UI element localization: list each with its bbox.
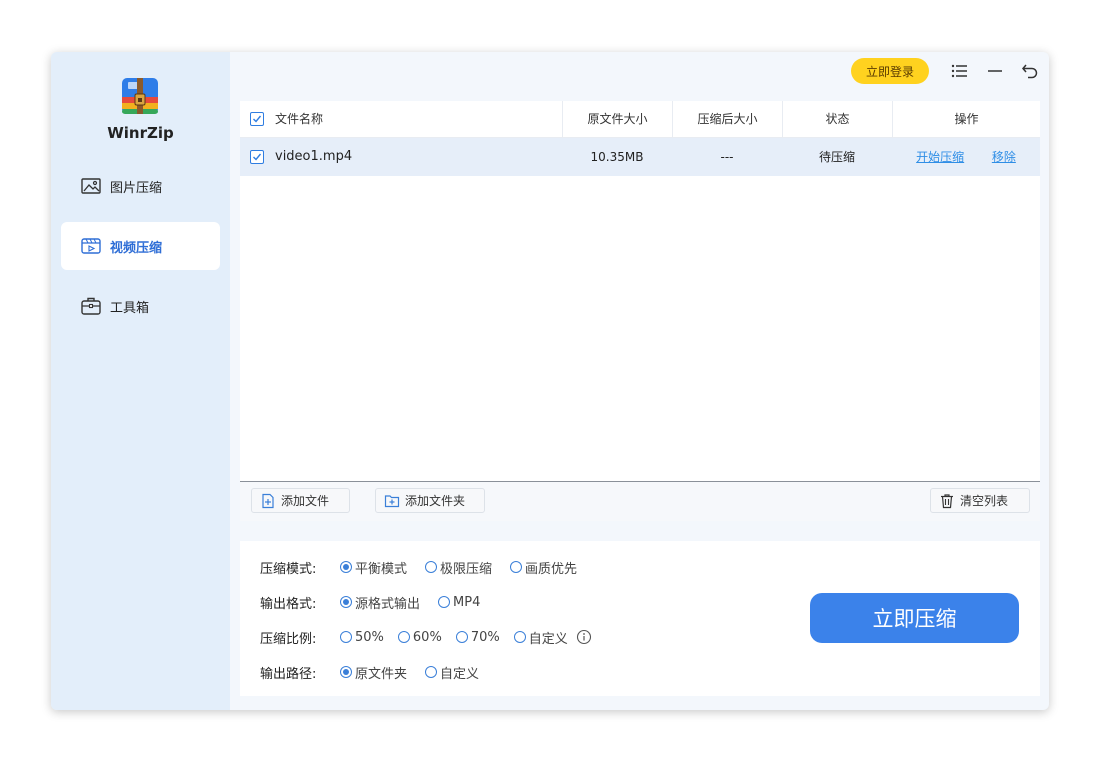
radio[interactable] bbox=[425, 561, 438, 573]
radio[interactable] bbox=[425, 666, 438, 678]
sidebar-item-image-compress[interactable]: 图片压缩 bbox=[61, 162, 220, 210]
table-row: video1.mp4 10.35MB --- 待压缩 开始压缩 移除 bbox=[240, 138, 1040, 176]
output-format-row: 输出格式: 源格式输出 MP4 bbox=[260, 592, 498, 612]
file-status: 待压缩 bbox=[818, 150, 855, 164]
sidebar-item-label: 工具箱 bbox=[110, 300, 150, 316]
compress-ratio-row: 压缩比例: 50% 60% 70% 自定义 bbox=[260, 627, 592, 647]
sidebar-item-video-compress[interactable]: 视频压缩 bbox=[61, 222, 220, 270]
path-option-custom[interactable]: 自定义 bbox=[425, 663, 479, 682]
radio[interactable] bbox=[438, 596, 451, 608]
ratio-option-50[interactable]: 50% bbox=[340, 630, 384, 645]
format-option-source[interactable]: 源格式输出 bbox=[340, 593, 420, 612]
option-label: 平衡模式 bbox=[355, 561, 408, 577]
option-label: 自定义 bbox=[528, 631, 568, 647]
remove-link[interactable]: 移除 bbox=[992, 150, 1016, 164]
toolbox-icon bbox=[81, 297, 101, 315]
row-actions: 开始压缩 移除 bbox=[892, 138, 1040, 176]
option-label: 50% bbox=[355, 629, 384, 645]
radio-selected[interactable] bbox=[340, 561, 352, 573]
output-format-label: 输出格式: bbox=[260, 596, 317, 612]
option-label: 70% bbox=[470, 629, 500, 645]
select-all-checkbox[interactable] bbox=[250, 112, 264, 126]
clear-list-button[interactable]: 清空列表 bbox=[930, 488, 1030, 513]
format-option-mp4[interactable]: MP4 bbox=[438, 595, 480, 610]
path-option-original[interactable]: 原文件夹 bbox=[340, 663, 407, 682]
column-header-status: 状态 bbox=[782, 101, 892, 137]
radio[interactable] bbox=[513, 631, 526, 643]
mode-option-extreme[interactable]: 极限压缩 bbox=[425, 558, 492, 577]
back-icon[interactable] bbox=[1020, 61, 1040, 81]
add-folder-label: 添加文件夹 bbox=[405, 494, 466, 508]
option-label: 画质优先 bbox=[525, 561, 578, 577]
app-window: WinrZip 图片压缩 视频压缩 工具箱 立即登录 文件名称 原文件大小 压缩… bbox=[51, 52, 1049, 710]
option-label: 自定义 bbox=[440, 666, 480, 682]
radio-selected[interactable] bbox=[340, 666, 352, 678]
option-label: 源格式输出 bbox=[355, 596, 421, 612]
add-folder-icon bbox=[384, 494, 400, 507]
trash-icon bbox=[941, 493, 953, 508]
add-file-button[interactable]: 添加文件 bbox=[251, 488, 350, 513]
image-icon bbox=[81, 178, 101, 194]
app-name: WinrZip bbox=[107, 124, 174, 142]
option-label: 原文件夹 bbox=[355, 666, 408, 682]
video-icon bbox=[81, 238, 101, 254]
list-footer: 添加文件 添加文件夹 清空列表 bbox=[240, 482, 1040, 521]
clear-list-label: 清空列表 bbox=[960, 494, 1009, 508]
sidebar-item-label: 视频压缩 bbox=[110, 240, 163, 256]
column-header-original-size: 原文件大小 bbox=[562, 101, 672, 137]
radio[interactable] bbox=[340, 631, 352, 643]
option-label: 60% bbox=[412, 629, 442, 645]
add-file-label: 添加文件 bbox=[281, 494, 330, 508]
radio-selected[interactable] bbox=[340, 596, 352, 608]
main-panel: 立即登录 文件名称 原文件大小 压缩后大小 状态 操作 video1.mp4 1… bbox=[230, 52, 1049, 710]
compress-ratio-label: 压缩比例: bbox=[260, 631, 317, 647]
radio[interactable] bbox=[455, 631, 468, 643]
menu-icon[interactable] bbox=[950, 61, 970, 81]
mode-option-quality[interactable]: 画质优先 bbox=[510, 558, 577, 577]
column-header-compressed-size: 压缩后大小 bbox=[672, 101, 782, 137]
compress-now-button[interactable]: 立即压缩 bbox=[810, 593, 1019, 643]
sidebar-item-toolbox[interactable]: 工具箱 bbox=[61, 282, 220, 330]
output-path-label: 输出路径: bbox=[260, 666, 317, 682]
option-label: 极限压缩 bbox=[440, 561, 493, 577]
column-header-actions: 操作 bbox=[892, 101, 1040, 137]
row-checkbox[interactable] bbox=[250, 150, 264, 164]
ratio-option-60[interactable]: 60% bbox=[397, 629, 442, 645]
start-compress-link[interactable]: 开始压缩 bbox=[916, 150, 964, 164]
ratio-option-70[interactable]: 70% bbox=[455, 629, 500, 645]
table-header: 文件名称 原文件大小 压缩后大小 状态 操作 bbox=[240, 101, 1040, 138]
original-size: 10.35MB bbox=[590, 150, 644, 164]
mode-option-balanced[interactable]: 平衡模式 bbox=[340, 558, 407, 577]
login-button[interactable]: 立即登录 bbox=[851, 58, 929, 84]
output-path-row: 输出路径: 原文件夹 自定义 bbox=[260, 662, 497, 682]
option-label: MP4 bbox=[453, 594, 481, 610]
minimize-icon[interactable] bbox=[985, 61, 1005, 81]
settings-panel: 压缩模式: 平衡模式 极限压缩 画质优先 输出格式: 源格式输出 MP4 压缩比… bbox=[240, 541, 1040, 696]
info-icon[interactable] bbox=[576, 629, 592, 645]
sidebar-item-label: 图片压缩 bbox=[110, 180, 163, 196]
radio[interactable] bbox=[510, 561, 523, 573]
sidebar: WinrZip 图片压缩 视频压缩 工具箱 bbox=[51, 52, 230, 710]
radio[interactable] bbox=[397, 631, 410, 643]
add-folder-button[interactable]: 添加文件夹 bbox=[375, 488, 485, 513]
column-header-name: 文件名称 bbox=[275, 112, 324, 126]
file-list-panel: 文件名称 原文件大小 压缩后大小 状态 操作 video1.mp4 10.35M… bbox=[240, 101, 1040, 521]
compressed-size: --- bbox=[720, 150, 734, 164]
file-name: video1.mp4 bbox=[275, 149, 353, 164]
winrzip-logo-icon bbox=[122, 78, 158, 114]
compress-mode-row: 压缩模式: 平衡模式 极限压缩 画质优先 bbox=[260, 557, 595, 577]
ratio-option-custom[interactable]: 自定义 bbox=[513, 628, 568, 647]
compress-mode-label: 压缩模式: bbox=[260, 561, 317, 577]
add-file-icon bbox=[262, 493, 274, 508]
